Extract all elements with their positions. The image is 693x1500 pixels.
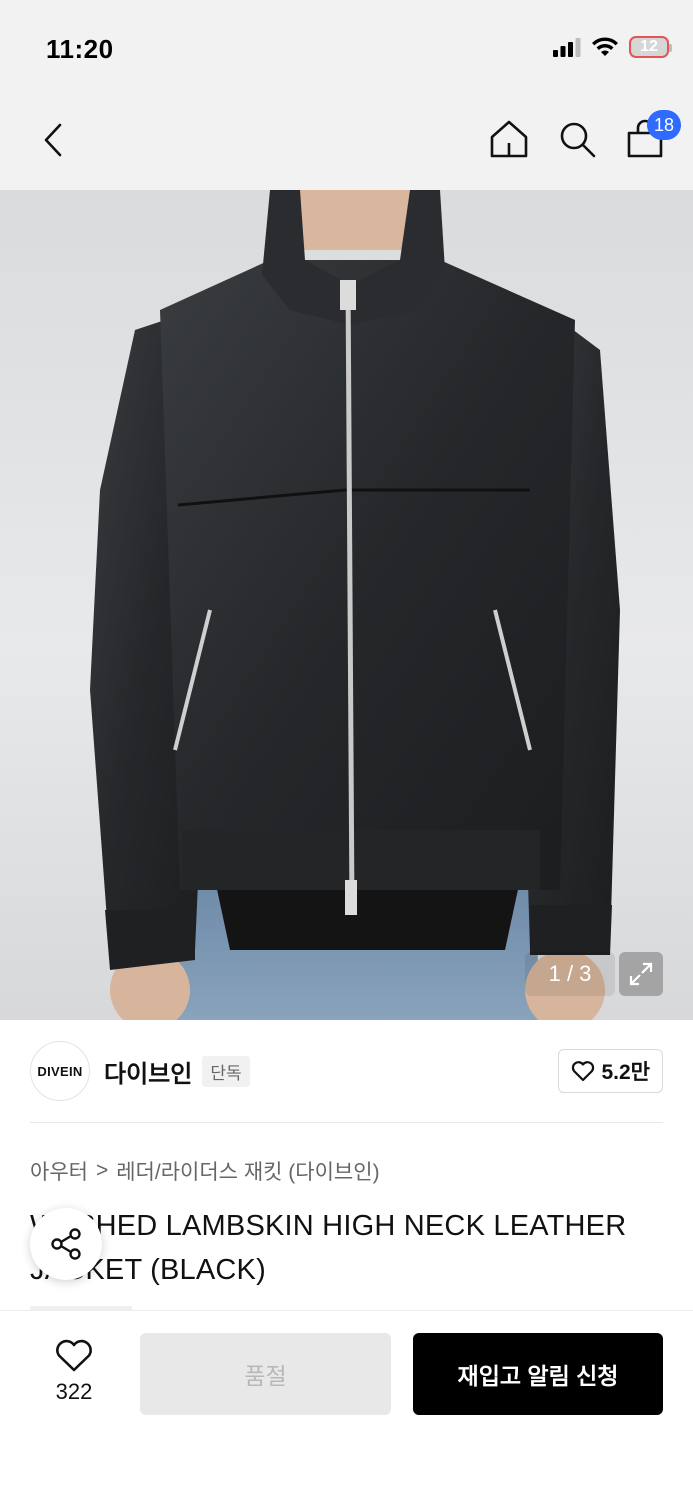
wishlist-count: 322: [55, 1379, 93, 1404]
breadcrumb-category[interactable]: 아우터: [30, 1156, 88, 1186]
top-nav: 18: [0, 92, 693, 190]
battery-icon: 12: [629, 36, 672, 58]
brand-name[interactable]: 다이브인: [104, 1054, 192, 1089]
brand-row: DIVEIN 다이브인 단독 5.2만: [30, 1040, 663, 1102]
cart-button[interactable]: 18: [623, 110, 681, 164]
home-button[interactable]: [487, 114, 531, 164]
cart-count-badge: 18: [647, 110, 681, 140]
product-title: WASHED LAMBSKIN HIGH NECK LEATHER JACKET…: [30, 1204, 660, 1292]
search-icon: [560, 122, 596, 158]
brand-logo[interactable]: DIVEIN: [30, 1041, 90, 1101]
jacket-illustration: [90, 190, 620, 1020]
product-image[interactable]: 1 / 3: [0, 190, 693, 1020]
breadcrumb-subcategory[interactable]: 레더/라이더스 재킷 (다이브인): [116, 1156, 379, 1186]
share-button[interactable]: [30, 1208, 102, 1280]
battery-level: 12: [640, 38, 658, 55]
nav-actions: 18: [487, 110, 681, 164]
share-icon: [51, 1228, 81, 1260]
home-icon: [490, 120, 528, 158]
soldout-button[interactable]: 품절: [140, 1333, 391, 1415]
breadcrumb: 아우터 > 레더/라이더스 재킷 (다이브인): [30, 1156, 380, 1186]
wishlist-button[interactable]: 322: [38, 1339, 110, 1405]
exclusive-badge: 단독: [202, 1055, 250, 1087]
expand-image-button[interactable]: [619, 952, 663, 996]
heart-icon: [56, 1339, 92, 1372]
back-button[interactable]: [36, 120, 70, 160]
expand-icon: [629, 962, 653, 986]
status-icons: 12: [553, 36, 672, 58]
wifi-icon: [592, 37, 618, 56]
chevron-left-icon: [44, 123, 62, 157]
breadcrumb-separator: >: [95, 1159, 109, 1182]
product-title-line1: WASHED LAMBSKIN HIGH NECK LEATHER: [30, 1210, 627, 1242]
restock-alert-button[interactable]: 재입고 알림 신청: [413, 1333, 663, 1415]
bottom-action-bar: 322 품절 재입고 알림 신청: [0, 1310, 693, 1500]
image-counter: 1 / 3: [525, 952, 615, 996]
status-time: 11:20: [46, 34, 114, 64]
status-bar: 11:20 12: [0, 0, 693, 92]
brand-like-button[interactable]: 5.2만: [558, 1049, 663, 1093]
product-title-line2: JACKET (BLACK): [30, 1254, 266, 1286]
search-button[interactable]: [555, 114, 599, 164]
divider: [30, 1122, 663, 1123]
signal-icon: [553, 38, 581, 57]
heart-icon: [572, 1061, 595, 1082]
brand-like-count: 5.2만: [601, 1061, 650, 1084]
